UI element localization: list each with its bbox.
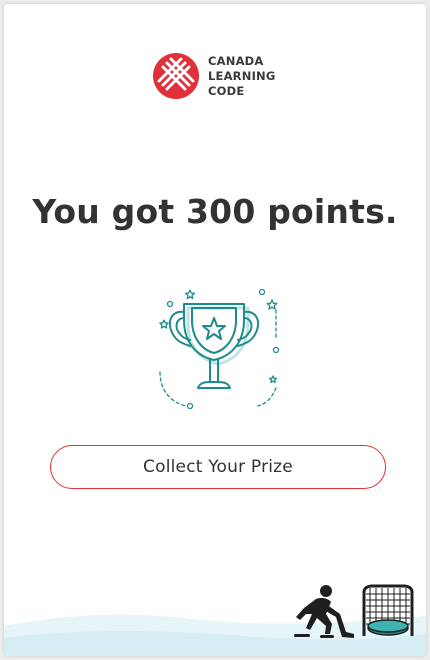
brand-name-line-1: CANADA — [208, 53, 264, 68]
canada-learning-code-logo-icon — [153, 53, 199, 99]
points-title: You got 300 points. — [32, 192, 398, 231]
brand-name-line-3: CODE — [208, 83, 245, 98]
brand-name-line-2: LEARNING — [208, 68, 276, 83]
brand-logo: CANADA LEARNING CODE — [152, 52, 276, 100]
brand-name: CANADA LEARNING CODE — [208, 54, 276, 99]
collect-prize-button[interactable]: Collect Your Prize — [50, 445, 386, 489]
trophy-icon — [159, 288, 280, 410]
hockey-player-icon — [294, 585, 354, 638]
result-card: CANADA LEARNING CODE You got 300 points. — [4, 4, 426, 656]
hockey-net-icon — [362, 584, 414, 636]
